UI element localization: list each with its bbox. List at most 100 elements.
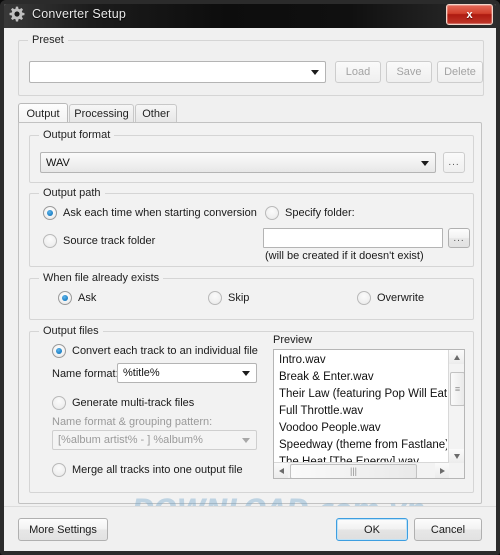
radio-ask-each-time[interactable]: Ask each time when starting conversion (43, 206, 257, 220)
preset-group: Preset Load Save Delete (18, 34, 484, 96)
output-format-label: Output format (39, 129, 115, 141)
specify-folder-hint: (will be created if it doesn't exist) (265, 250, 424, 262)
more-settings-label: More Settings (29, 523, 97, 536)
scrollbar-corner (449, 463, 464, 478)
radio-indicator (357, 291, 371, 305)
horizontal-scroll-thumb[interactable]: ||| (290, 464, 417, 478)
radio-source-track-folder[interactable]: Source track folder (43, 234, 155, 248)
radio-multitrack-files-label: Generate multi-track files (72, 397, 195, 409)
radio-overwrite-label: Overwrite (377, 292, 425, 304)
tab-other[interactable]: Other (135, 104, 177, 123)
close-button[interactable]: x (446, 4, 493, 25)
grouping-pattern-value: [%album artist% - ] %album% (58, 434, 203, 446)
preset-delete-button[interactable]: Delete (437, 61, 483, 83)
tab-processing[interactable]: Processing (69, 104, 134, 123)
chevron-right-icon (439, 467, 445, 474)
ellipsis-icon: ... (453, 232, 465, 244)
converter-setup-window: Converter Setup x Preset Load Save Delet… (0, 0, 500, 555)
output-format-browse-button[interactable]: ... (443, 152, 465, 173)
output-path-group: Output path Ask each time when starting … (29, 187, 474, 267)
radio-indicator (52, 463, 66, 477)
list-item[interactable]: Speedway (theme from Fastlane).wav (276, 437, 447, 454)
radio-ask-each-time-label: Ask each time when starting conversion (63, 207, 257, 219)
radio-indicator (52, 344, 66, 358)
radio-indicator (43, 234, 57, 248)
output-format-group: Output format WAV ... (29, 129, 474, 183)
radio-source-track-folder-label: Source track folder (63, 235, 156, 247)
radio-individual-file[interactable]: Convert each track to an individual file (52, 344, 258, 358)
ok-label: OK (364, 523, 380, 536)
specify-folder-input[interactable] (263, 228, 443, 248)
chevron-down-icon (242, 371, 250, 376)
tab-output[interactable]: Output (18, 103, 68, 123)
radio-skip[interactable]: Skip (208, 291, 249, 305)
cancel-button[interactable]: Cancel (414, 518, 482, 541)
scroll-down-button[interactable] (449, 449, 464, 463)
preset-combobox[interactable] (29, 61, 326, 83)
list-item[interactable]: Intro.wav (276, 352, 447, 369)
radio-indicator (208, 291, 222, 305)
name-format-label: Name format: (52, 368, 119, 380)
preview-horizontal-scrollbar[interactable]: ||| (274, 462, 449, 478)
output-files-group: Output files Convert each track to an in… (29, 325, 474, 493)
preset-delete-label: Delete (444, 66, 476, 78)
dialog-body: Preset Load Save Delete Output Processin… (4, 28, 496, 551)
chevron-down-icon (311, 70, 319, 75)
tab-processing-label: Processing (74, 108, 129, 120)
list-item[interactable]: Their Law (featuring Pop Will Eat Itself… (276, 386, 447, 403)
grouping-pattern-combobox[interactable]: [%album artist% - ] %album% (52, 430, 257, 450)
tab-output-label: Output (26, 107, 60, 120)
radio-specify-folder-label: Specify folder: (285, 207, 355, 219)
output-format-value: WAV (46, 156, 70, 169)
chevron-down-icon (242, 438, 250, 443)
preset-save-button[interactable]: Save (386, 61, 432, 83)
output-format-combobox[interactable]: WAV (40, 152, 436, 173)
dialog-footer: More Settings OK Cancel (4, 506, 496, 551)
preset-group-label: Preset (28, 34, 68, 46)
specify-folder-browse-button[interactable]: ... (448, 228, 470, 248)
title-bar: Converter Setup x (4, 4, 496, 28)
file-exists-group: When file already exists Ask Skip Overwr… (29, 272, 474, 320)
name-format-combobox[interactable]: %title% (117, 363, 257, 383)
radio-indicator (265, 206, 279, 220)
radio-indicator (43, 206, 57, 220)
vertical-scroll-thumb[interactable]: ≡ (450, 372, 464, 406)
name-format-value: %title% (123, 367, 160, 379)
scroll-right-button[interactable] (435, 463, 449, 478)
cancel-label: Cancel (430, 523, 466, 536)
list-item[interactable]: Break & Enter.wav (276, 369, 447, 386)
ok-button[interactable]: OK (336, 518, 408, 541)
radio-skip-label: Skip (228, 292, 250, 304)
tab-strip: Output Processing Other (18, 103, 482, 123)
preset-load-label: Load (345, 66, 371, 78)
radio-indicator (58, 291, 72, 305)
list-item[interactable]: Voodoo People.wav (276, 420, 447, 437)
grip-icon: ||| (349, 466, 357, 476)
preset-load-button[interactable]: Load (335, 61, 381, 83)
radio-indicator (52, 396, 66, 410)
chevron-down-icon (453, 453, 460, 459)
radio-merge-tracks[interactable]: Merge all tracks into one output file (52, 463, 243, 477)
scroll-up-button[interactable] (449, 350, 464, 364)
preset-save-label: Save (396, 66, 422, 78)
scroll-left-button[interactable] (274, 463, 288, 478)
chevron-down-icon (421, 160, 429, 166)
more-settings-button[interactable]: More Settings (18, 518, 108, 541)
radio-multitrack-files[interactable]: Generate multi-track files (52, 396, 194, 410)
radio-individual-file-label: Convert each track to an individual file (72, 345, 258, 357)
preview-list[interactable]: Intro.wav Break & Enter.wav Their Law (f… (273, 349, 465, 479)
radio-ask[interactable]: Ask (58, 291, 96, 305)
radio-overwrite[interactable]: Overwrite (357, 291, 424, 305)
grouping-pattern-label: Name format & grouping pattern: (52, 416, 213, 428)
preview-vertical-scrollbar[interactable]: ≡ (448, 350, 464, 463)
close-icon: x (466, 8, 473, 21)
preview-label: Preview (273, 334, 313, 346)
radio-merge-tracks-label: Merge all tracks into one output file (72, 464, 243, 476)
list-item[interactable]: Full Throttle.wav (276, 403, 447, 420)
window-title: Converter Setup (32, 7, 127, 21)
chevron-left-icon (278, 467, 284, 474)
radio-specify-folder[interactable]: Specify folder: (265, 206, 355, 220)
chevron-up-icon (453, 354, 460, 360)
output-files-label: Output files (39, 325, 103, 337)
radio-ask-label: Ask (78, 292, 97, 304)
